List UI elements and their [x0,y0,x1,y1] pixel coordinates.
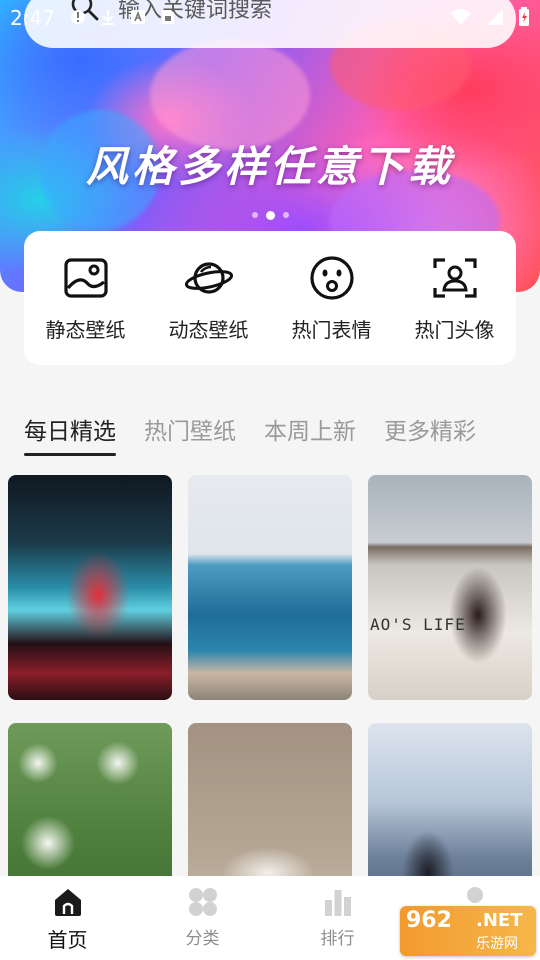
tab-new-this-week[interactable]: 本周上新 [264,412,356,454]
banner-dot[interactable] [251,212,258,218]
ranking-icon [324,890,351,916]
watermark-net: .NET [476,910,523,931]
tab-daily-picks[interactable]: 每日精选 [24,412,116,456]
download-icon [102,10,114,25]
watermark-sub: 乐游网 [476,936,518,952]
status-time: 2:47 [10,6,55,30]
wallpaper-card[interactable]: AO'S LIFE [368,475,532,700]
category-label: 动态壁纸 [168,317,249,342]
status-notification-icons [70,8,176,26]
category-label: 静态壁纸 [45,317,126,342]
wallpaper-card[interactable] [8,475,172,700]
avatar-scan-icon [432,257,477,298]
category-hot-avatar[interactable]: 热门头像 [400,254,510,343]
banner-dot-active[interactable] [265,211,275,220]
tab-more[interactable]: 更多精彩 [384,412,476,454]
nav-label: 首页 [47,928,88,952]
category-shortcuts: 静态壁纸 动态壁纸 热门表情 热门头像 [24,231,516,365]
wallpaper-sign-text: AO'S LIFE [370,615,466,634]
category-live-wallpaper[interactable]: 动态壁纸 [154,254,264,343]
banner-title: 风格多样任意下载 [85,142,454,191]
nav-label: 分类 [185,929,220,949]
nav-label: 排行 [320,929,355,949]
home-icon [54,889,81,916]
category-icon [188,888,217,916]
sim-card-icon [162,10,174,24]
nav-home[interactable]: 首页 [8,886,128,953]
category-static-wallpaper[interactable]: 静态壁纸 [31,254,141,343]
banner-dot[interactable] [282,212,289,218]
image-icon [63,257,108,298]
alert-icon [71,10,85,24]
planet-icon [184,261,233,294]
tab-hot-wallpapers[interactable]: 热门壁纸 [144,412,236,454]
signal-icon [487,9,503,25]
watermark-number: 962 [406,908,452,933]
battery-icon [519,7,529,26]
wallpaper-card[interactable] [188,475,352,700]
category-hot-emoji[interactable]: 热门表情 [277,254,387,343]
nav-ranking[interactable]: 排行 [278,886,398,949]
wifi-icon [451,9,471,25]
content-tabs: 每日精选 热门壁纸 本周上新 更多精彩 [24,412,476,456]
nav-category[interactable]: 分类 [143,886,263,949]
site-watermark-logo: 962 .NET 乐游网 [400,906,536,956]
category-label: 热门表情 [291,317,372,342]
status-system-icons [450,7,530,27]
keyboard-a-icon [131,10,145,24]
surprised-face-icon [309,255,354,300]
banner-pagination [0,211,540,220]
category-label: 热门头像 [414,317,495,342]
